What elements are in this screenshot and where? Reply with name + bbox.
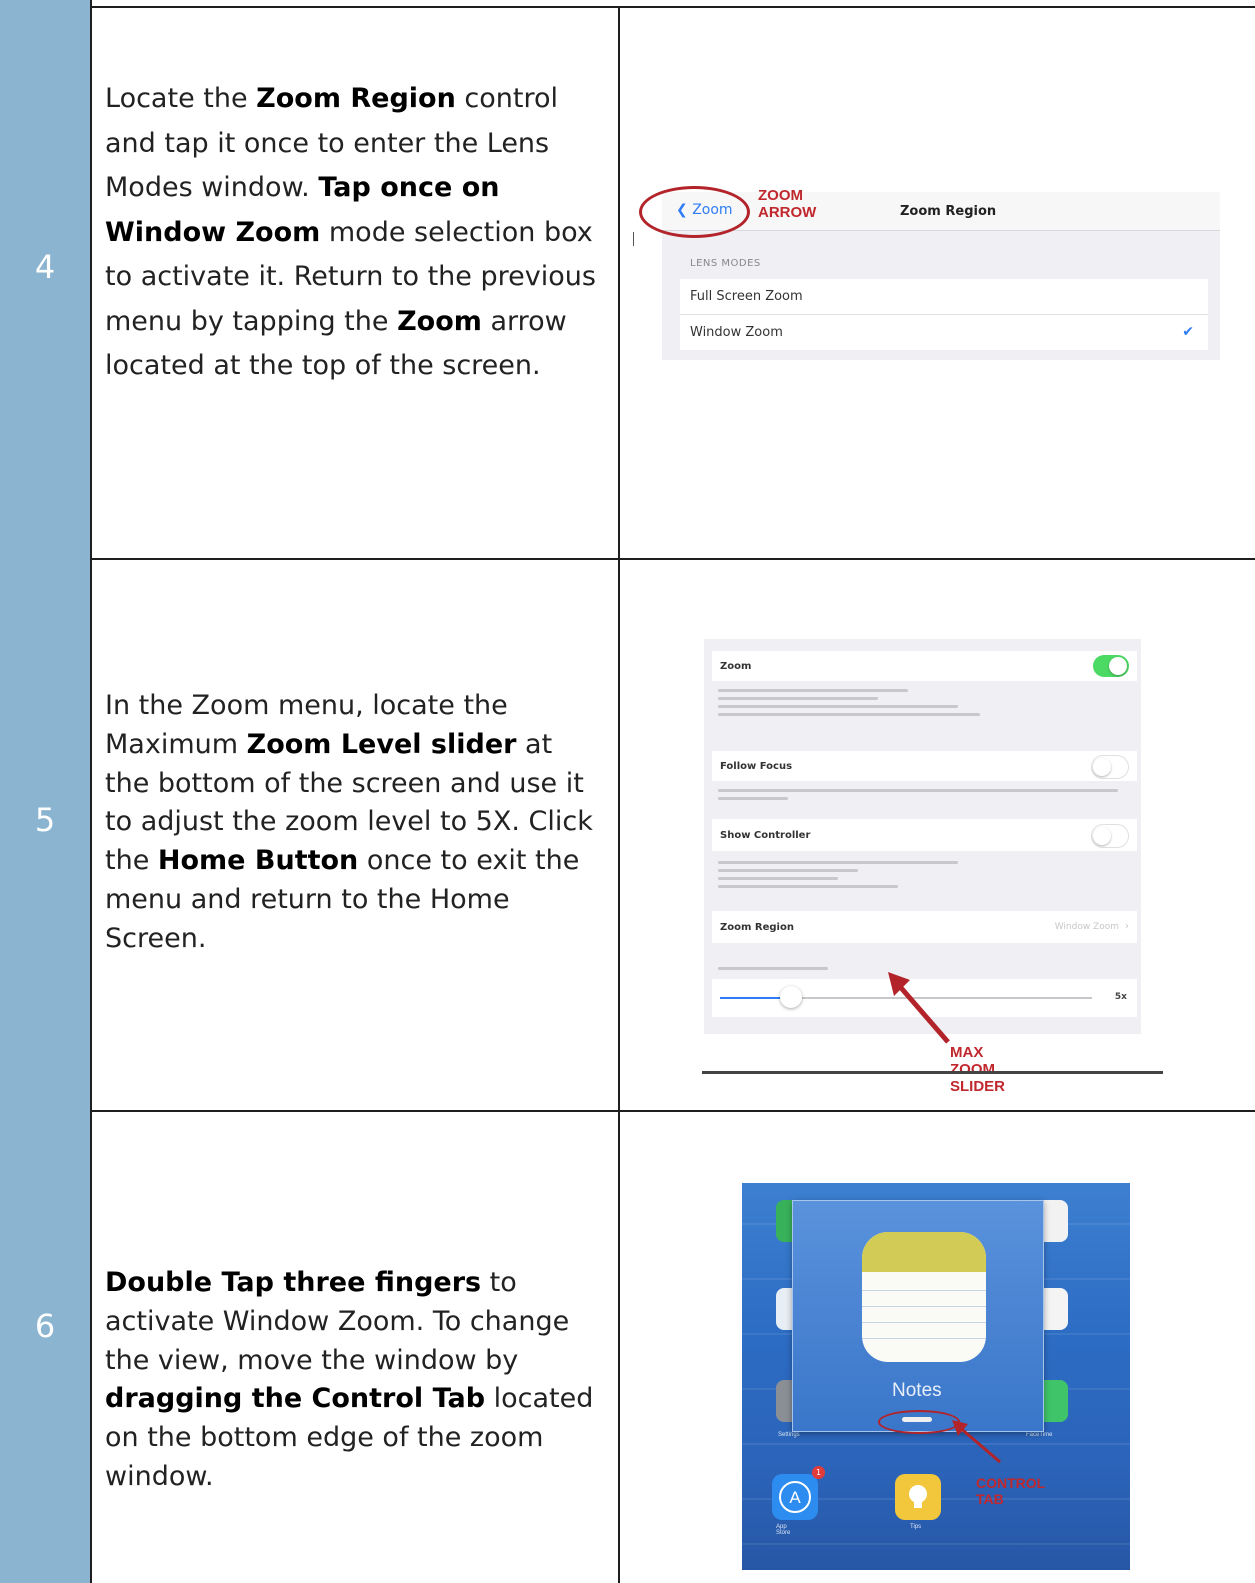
- arrow-icon: [952, 1420, 1001, 1464]
- emphasis-text: Double Tap three fingers: [105, 1267, 482, 1298]
- lightbulb-icon: [909, 1485, 927, 1508]
- tips-icon[interactable]: [895, 1474, 941, 1520]
- step-number-cell: 5: [0, 559, 92, 1111]
- app-store-glyph: A: [779, 1481, 811, 1513]
- notes-label: Notes: [892, 1380, 942, 1401]
- zoom-toggle-row: Zoom: [712, 651, 1137, 681]
- step-instructions: Double Tap three fingers to activate Win…: [105, 1264, 605, 1497]
- step-number: 6: [34, 1307, 56, 1345]
- max-zoom-slider-annotation: MAX ZOOM SLIDER: [950, 1044, 1006, 1095]
- full-screen-zoom-option[interactable]: Full Screen Zoom: [680, 279, 1208, 315]
- emphasis-text: Zoom Level slider: [246, 728, 517, 760]
- emphasis-text: dragging the Control Tab: [105, 1383, 486, 1415]
- badge: 1: [812, 1466, 825, 1479]
- emphasis-text: Zoom: [397, 305, 482, 337]
- control-tab-annotation: CONTROL TAB: [976, 1475, 1045, 1507]
- step-instructions: In the Zoom menu, locate the Maximum Zoo…: [105, 687, 605, 959]
- slider-value: 5x: [1114, 992, 1127, 1002]
- zoom-region-row[interactable]: Zoom Region Window Zoom ›: [712, 911, 1137, 943]
- chevron-right-icon: ›: [1125, 921, 1129, 932]
- section-header: LENS MODES: [690, 258, 761, 269]
- table-border-top: [90, 6, 1255, 8]
- cursor-mark: [633, 232, 634, 246]
- zoom-arrow-annotation: ZOOM ARROW: [758, 187, 817, 221]
- body-text: Locate the: [105, 83, 257, 114]
- step-instructions: Locate the Zoom Region control and tap i…: [105, 77, 605, 389]
- follow-focus-row: Follow Focus: [712, 751, 1137, 781]
- window-zoom-option[interactable]: Window Zoom ✔: [680, 315, 1208, 350]
- follow-focus-toggle[interactable]: [1091, 755, 1129, 779]
- nav-title: Zoom Region: [900, 204, 997, 219]
- step-number-cell: 4: [0, 0, 92, 559]
- table-border: [90, 1110, 1255, 1112]
- step-number: 4: [34, 248, 56, 286]
- divider: [702, 1071, 1163, 1074]
- notes-icon[interactable]: [862, 1232, 986, 1362]
- app-store-icon[interactable]: A: [772, 1474, 818, 1520]
- svg-text:A: A: [789, 1488, 801, 1507]
- step-number: 5: [34, 801, 56, 839]
- checkmark-icon: ✔: [1182, 324, 1194, 340]
- show-controller-toggle[interactable]: [1091, 824, 1129, 848]
- step-number-cell: 6: [0, 1111, 92, 1583]
- table-border: [90, 558, 1255, 560]
- emphasis-text: Zoom Region: [256, 83, 456, 114]
- show-controller-row: Show Controller: [712, 819, 1137, 851]
- table-column-divider: [618, 6, 620, 1583]
- emphasis-text: Home Button: [157, 845, 359, 877]
- zoom-toggle[interactable]: [1093, 655, 1129, 677]
- max-zoom-slider[interactable]: [780, 986, 802, 1008]
- arrow-icon: [888, 972, 950, 1044]
- annotation-circle: [639, 186, 750, 238]
